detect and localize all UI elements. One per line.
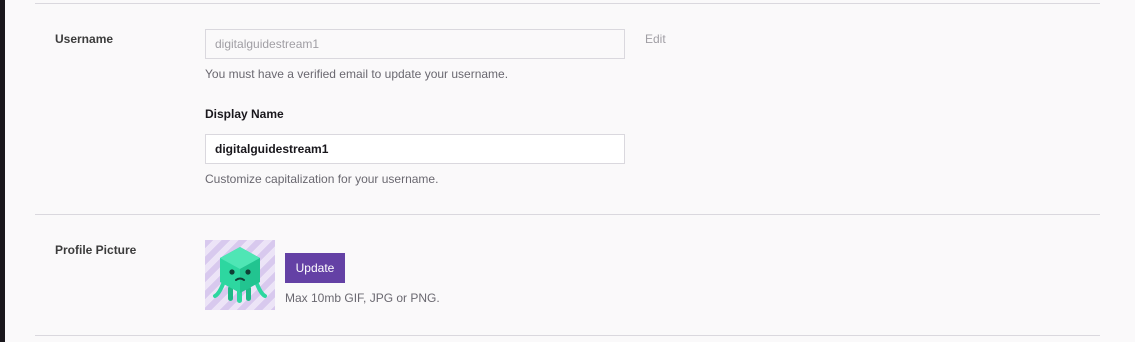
display-name-label: Display Name <box>205 107 284 121</box>
edit-username-link[interactable]: Edit <box>645 32 666 46</box>
display-name-help-text: Customize capitalization for your userna… <box>205 172 439 186</box>
top-divider <box>35 3 1100 4</box>
username-help-text: You must have a verified email to update… <box>205 67 509 81</box>
bottom-divider <box>35 335 1100 336</box>
profile-picture-label: Profile Picture <box>55 243 137 257</box>
profile-avatar <box>205 240 275 310</box>
section-divider <box>35 214 1100 215</box>
display-name-input[interactable]: digitalguidestream1 <box>205 134 625 164</box>
update-picture-button[interactable]: Update <box>285 253 345 283</box>
left-sidebar-edge <box>0 0 5 342</box>
avatar-glitch-icon <box>213 247 267 303</box>
username-field: digitalguidestream1 <box>205 29 625 59</box>
username-label: Username <box>55 32 114 46</box>
profile-picture-help-text: Max 10mb GIF, JPG or PNG. <box>285 291 440 305</box>
